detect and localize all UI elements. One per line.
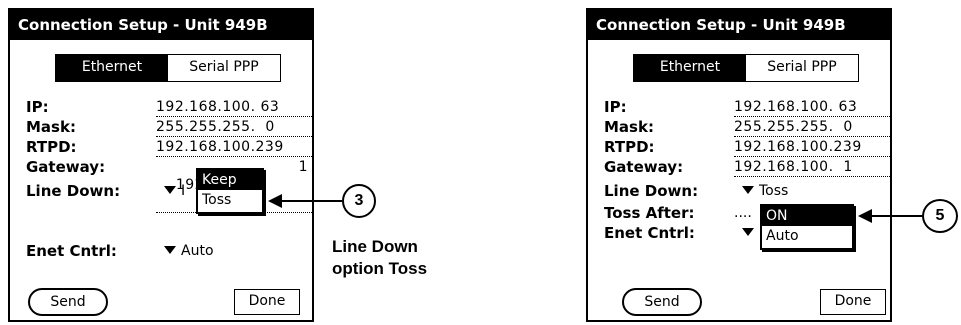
send-button[interactable]: Send <box>622 288 702 316</box>
callout-5: 5 <box>922 199 958 233</box>
enet-cntrl-trigger[interactable] <box>742 224 759 242</box>
mask-label: Mask: <box>26 118 76 136</box>
enet-cntrl-popup: ON Auto <box>760 204 854 250</box>
popup-item-toss[interactable]: Toss <box>198 190 262 210</box>
gateway-label: Gateway: <box>26 158 106 176</box>
ip-label: IP: <box>604 98 627 116</box>
line-down-trigger[interactable]: Toss <box>742 182 788 200</box>
dropdown-triangle-icon <box>164 246 176 254</box>
popup-item-on[interactable]: ON <box>762 206 852 226</box>
callout-caption-line1: Line Down <box>332 237 418 256</box>
rtpd-label: RTPD: <box>26 138 77 156</box>
connection-setup-screen-left: Connection Setup - Unit 949B Ethernet Se… <box>8 8 314 322</box>
connection-type-selector: Ethernet Serial PPP <box>55 54 281 82</box>
tab-serial-ppp[interactable]: Serial PPP <box>168 55 280 81</box>
line-down-label: Line Down: <box>26 182 121 200</box>
tab-ethernet[interactable]: Ethernet <box>634 55 746 81</box>
line-down-label: Line Down: <box>604 182 699 200</box>
callout-caption-line2: option Toss <box>332 259 428 278</box>
tab-ethernet[interactable]: Ethernet <box>56 55 168 81</box>
line-down-trigger[interactable]: I <box>164 182 185 200</box>
tab-serial-ppp[interactable]: Serial PPP <box>746 55 858 81</box>
mask-field[interactable]: 255.255.255. 0 <box>734 118 890 137</box>
dropdown-triangle-icon <box>742 228 754 236</box>
title-bar: Connection Setup - Unit 949B <box>588 10 890 40</box>
ip-field[interactable]: 192.168.100. 63 <box>156 98 312 117</box>
rtpd-field[interactable]: 192.168.100.239 <box>156 138 312 157</box>
rtpd-field[interactable]: 192.168.100.239 <box>734 138 890 157</box>
enet-cntrl-trigger[interactable]: Auto <box>164 242 214 260</box>
done-button[interactable]: Done <box>234 289 300 315</box>
gateway-label: Gateway: <box>604 158 684 176</box>
gateway-value-right: 1 <box>298 159 308 175</box>
send-button[interactable]: Send <box>28 288 108 316</box>
enet-cntrl-value: Auto <box>181 243 214 259</box>
popup-item-auto[interactable]: Auto <box>762 226 852 246</box>
gateway-field[interactable]: 192.168.100. 1 <box>734 158 890 177</box>
mask-field[interactable]: 255.255.255. 0 <box>156 118 312 137</box>
done-button[interactable]: Done <box>820 289 886 315</box>
ip-label: IP: <box>26 98 49 116</box>
callout-3: 3 <box>342 184 376 218</box>
line-down-value: Toss <box>759 183 789 199</box>
enet-cntrl-label: Enet Cntrl: <box>26 242 117 260</box>
title-bar: Connection Setup - Unit 949B <box>10 10 312 40</box>
popup-item-keep[interactable]: Keep <box>198 170 262 190</box>
ip-field[interactable]: 192.168.100. 63 <box>734 98 890 117</box>
callout-leader-line <box>280 200 342 202</box>
line-down-value: I <box>181 183 186 199</box>
callout-leader-line <box>870 215 922 217</box>
mask-label: Mask: <box>604 118 654 136</box>
toss-after-field[interactable]: .... <box>734 204 752 222</box>
connection-setup-screen-right: Connection Setup - Unit 949B Ethernet Se… <box>586 8 892 322</box>
dropdown-triangle-icon <box>164 186 176 194</box>
line-down-popup: Keep Toss <box>196 168 264 214</box>
enet-cntrl-label: Enet Cntrl: <box>604 224 695 242</box>
dropdown-triangle-icon <box>742 186 754 194</box>
connection-type-selector: Ethernet Serial PPP <box>633 54 859 82</box>
toss-after-label: Toss After: <box>604 204 695 222</box>
rtpd-label: RTPD: <box>604 138 655 156</box>
